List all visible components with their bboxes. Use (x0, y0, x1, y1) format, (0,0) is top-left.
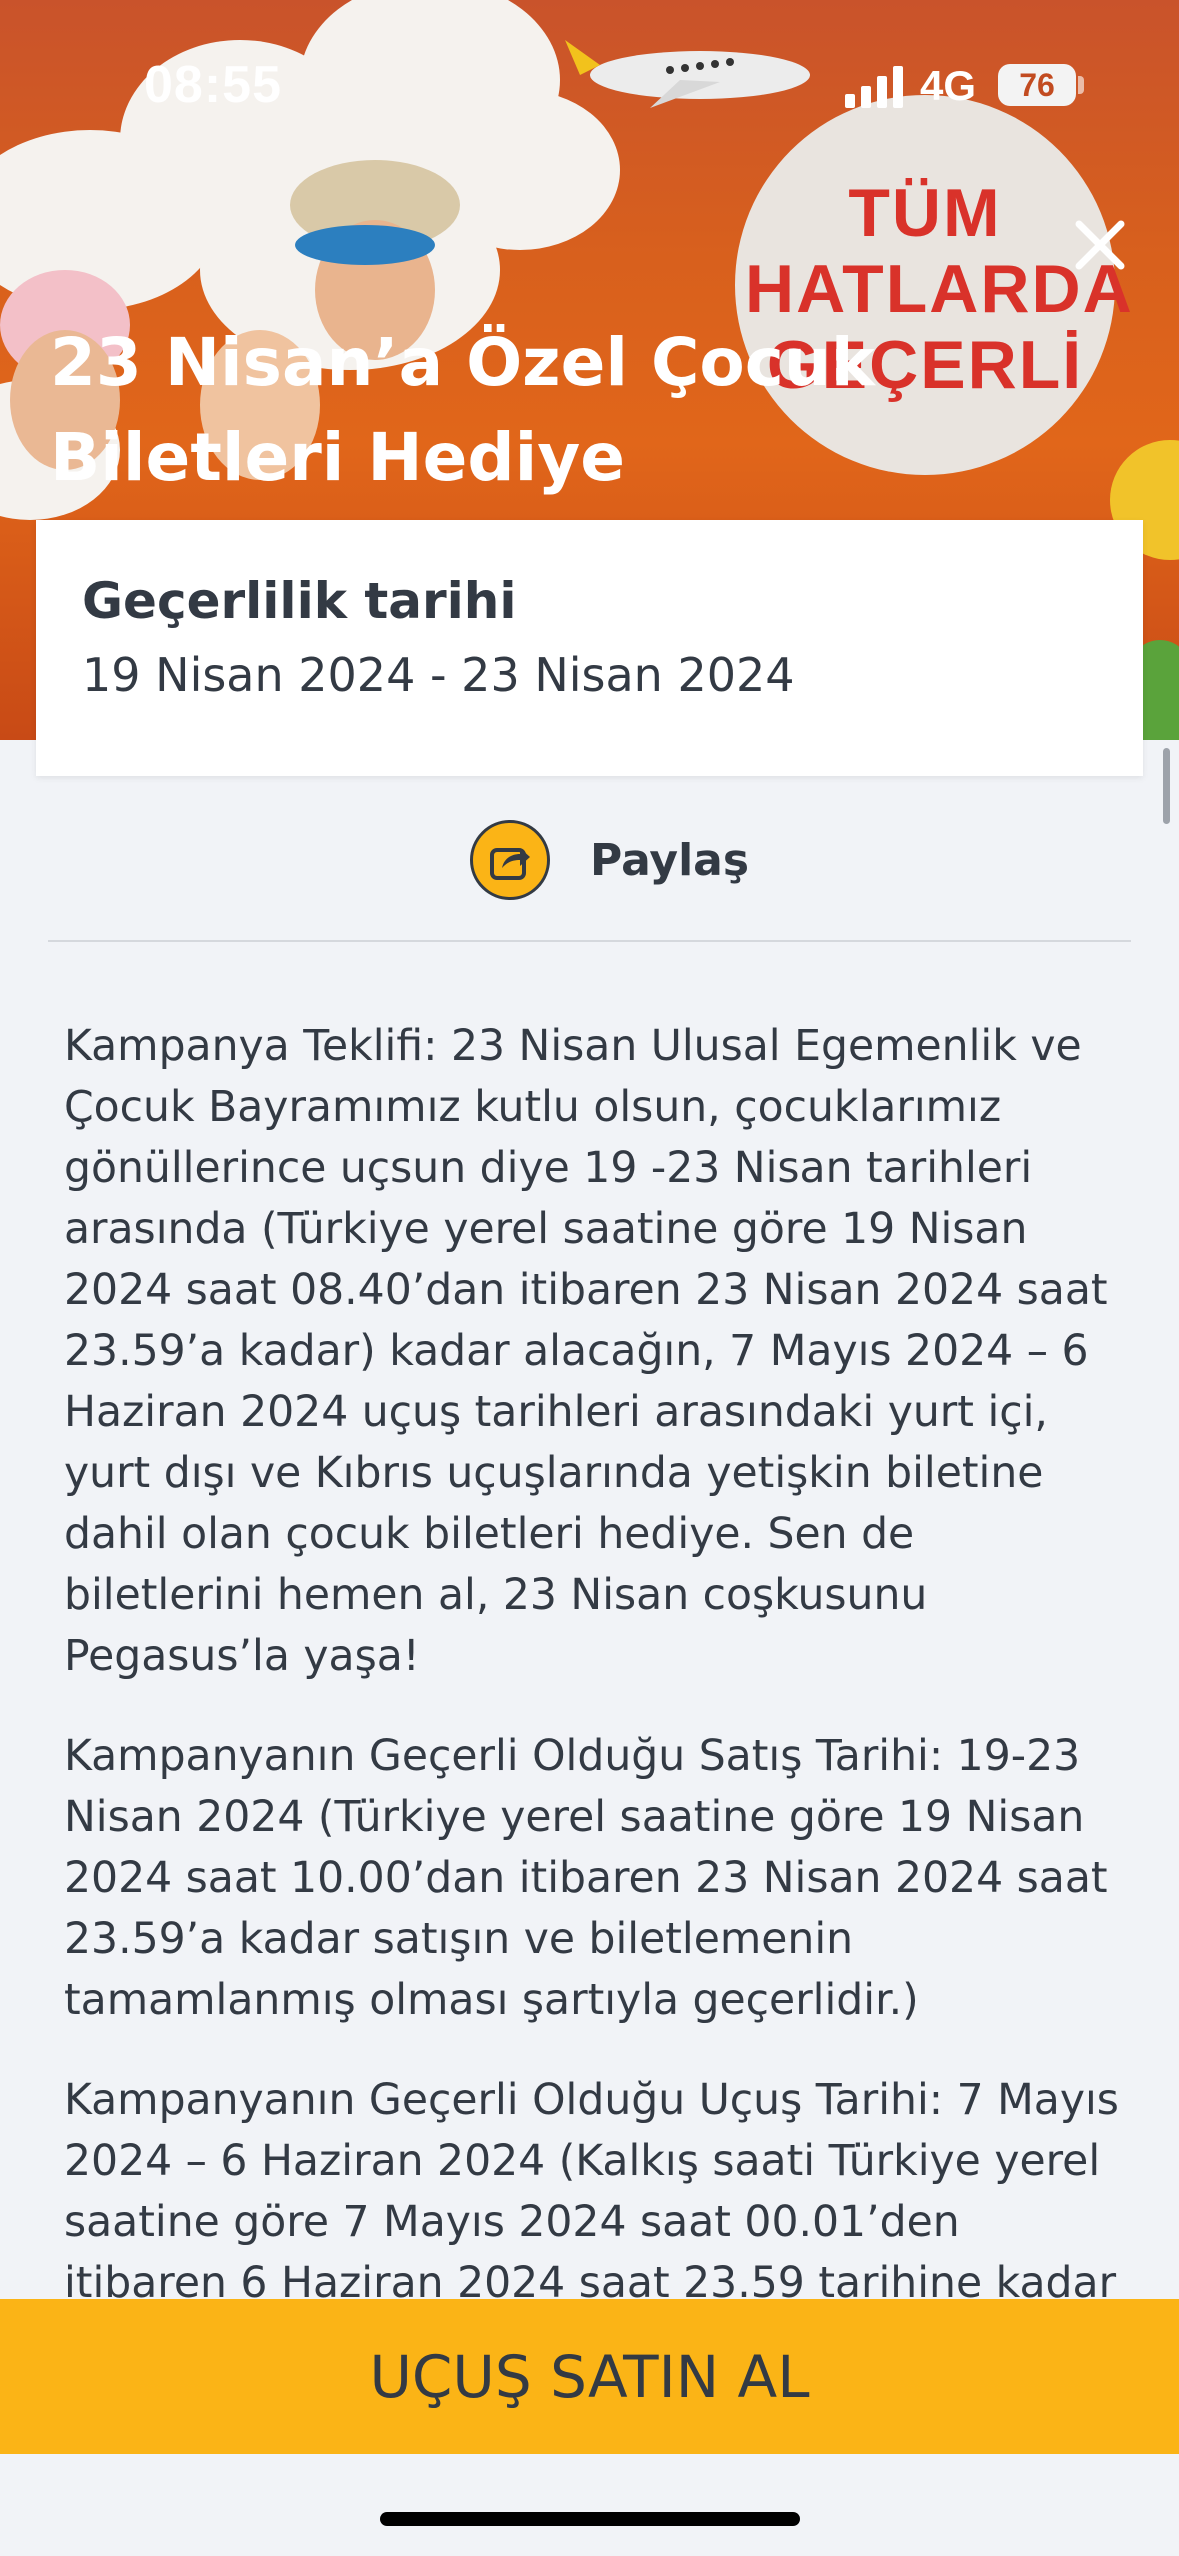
campaign-description: Kampanya Teklifi: 23 Nisan Ulusal Egemen… (64, 1022, 1108, 1681)
share-button[interactable]: Paylaş (470, 815, 749, 905)
close-icon (1075, 220, 1125, 270)
buy-flight-button[interactable]: UÇUŞ SATIN AL (0, 2299, 1179, 2454)
home-area (0, 2454, 1179, 2556)
status-bar: 08:55 4G 76 (0, 0, 1179, 170)
divider (48, 940, 1131, 942)
sales-date-terms: Kampanyanın Geçerli Olduğu Satış Tarihi:… (64, 1732, 1108, 2025)
status-time: 08:55 (144, 56, 282, 114)
validity-dates: 19 Nisan 2024 - 23 Nisan 2024 (82, 648, 795, 702)
share-label: Paylaş (590, 834, 750, 886)
close-button[interactable] (1065, 210, 1135, 280)
page-title: 23 Nisan’a Özel Çocuk Biletleri Hediye (50, 324, 875, 496)
network-type: 4G (920, 62, 977, 109)
scrollbar[interactable] (1163, 748, 1170, 824)
signal-icon (845, 66, 903, 108)
validity-card: Geçerlilik tarihi 19 Nisan 2024 - 23 Nis… (36, 520, 1143, 776)
share-icon (470, 820, 550, 900)
hat-shape (295, 225, 435, 265)
battery-tip (1078, 76, 1084, 94)
battery-icon: 76 (998, 64, 1076, 106)
validity-label: Geçerlilik tarihi (82, 572, 517, 630)
home-indicator[interactable] (380, 2512, 800, 2526)
